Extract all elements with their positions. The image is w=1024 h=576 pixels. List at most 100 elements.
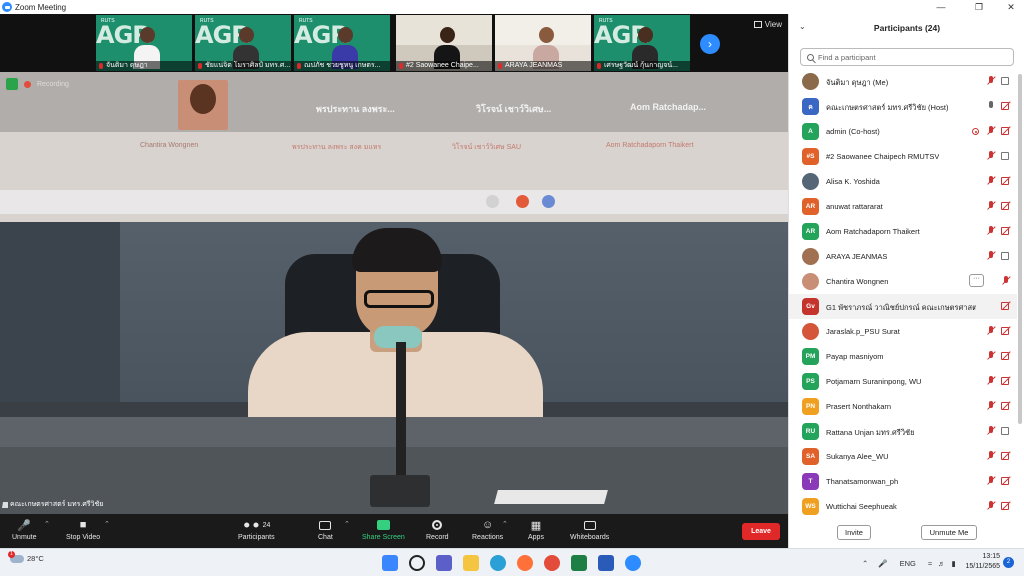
notification-badge[interactable]: 2 [1003,557,1014,568]
participants-list: จันติมา ดุษฎา (Me) ค คณะเกษตรศาสตร์ มทร.ศร… [789,69,1024,519]
edge-icon[interactable] [490,555,506,571]
search-input[interactable]: Find a participant [800,48,1014,66]
video-options-caret[interactable]: ⌃ [104,520,110,528]
speaker-icon[interactable]: ♬ [938,559,946,568]
view-button[interactable]: View [753,20,782,29]
muted-microphone-icon [986,501,996,511]
chevron-down-icon[interactable]: ⌄ [799,22,806,31]
chevron-up-icon[interactable]: ⌃ [862,559,868,568]
participant-name: Thanatsamonwan_ph [826,477,899,486]
weather-widget[interactable]: 1 28°C [8,550,44,563]
participants-button[interactable]: ⚫⚫ 24 Participants [238,517,275,547]
thumbnail-name: ชัยแน่จิต โมราศิลป์ มทร.ศ... [195,61,291,71]
participant-name: Potjamarn Suraninpong, WU [826,377,922,386]
meeting-toolbar: 🎤 Unmute ⌃ ■ Stop Video ⌃ ⚫⚫ 24 Participa… [0,514,788,548]
whiteboards-button[interactable]: Whiteboards [570,517,609,547]
muted-microphone-icon [986,176,996,186]
meeting-area: AGR RUTS จันติมา ดุษฎา AGR RUTS ชัยแน่จิ… [0,14,788,514]
chrome-icon[interactable] [544,555,560,571]
participant-row[interactable]: PN Prasert Nonthakarn [789,394,1017,419]
participant-row[interactable]: จันติมา ดุษฎา (Me) [789,69,1017,94]
stop-video-button[interactable]: ■ Stop Video [66,517,100,547]
minimize-button[interactable]: — [930,0,952,14]
microphone-icon[interactable]: 🎤 [878,559,887,568]
chat-bubble-icon [319,520,332,530]
microphone-stand [396,342,406,482]
unmute-me-button[interactable]: Unmute Me [921,525,977,540]
video-thumbnail[interactable]: AGR RUTS จันติมา ดุษฎา [96,15,192,71]
video-thumbnail[interactable]: AGR RUTS เศรษฐวัฒน์ กุ้นกาญจน์... [594,15,690,71]
more-options-button[interactable]: ··· [969,274,984,287]
unmute-button[interactable]: 🎤 Unmute [12,517,37,547]
firefox-icon[interactable] [517,555,533,571]
audio-options-caret[interactable]: ⌃ [44,520,50,528]
participant-name: Chantira Wongnen [826,277,889,286]
video-thumbnail[interactable]: AGR RUTS ชัยแน่จิต โมราศิลป์ มทร.ศ... [195,15,291,71]
next-page-button[interactable]: › [700,34,720,54]
reactions-options-caret[interactable]: ⌃ [502,520,508,528]
scrollbar[interactable] [1018,74,1022,424]
windows-start-icon[interactable] [382,555,398,571]
reactions-button[interactable]: ☺ Reactions [472,517,503,547]
participant-row[interactable]: PM Payap masniyom [789,344,1017,369]
muted-microphone-icon [986,376,996,386]
participant-row[interactable]: T Thanatsamonwan_ph [789,469,1017,494]
participant-name: Sukanya Alee_WU [826,452,889,461]
zoom-app: Zoom Meeting — ❐ ✕ AGR RUTS จันติมา ดุษฎ… [0,0,1024,576]
maximize-button[interactable]: ❐ [968,0,990,14]
chat-button[interactable]: Chat [318,517,333,547]
apps-button[interactable]: ▦ Apps [528,517,544,547]
recording-indicator: Recording [6,78,69,90]
video-thumbnail[interactable]: #2 Saowanee Chaipe... [396,15,492,71]
participant-row[interactable]: WS Wuttichai Seephueak [789,494,1017,519]
thumbnail-name: เศรษฐวัฒน์ กุ้นกาญจน์... [594,61,690,71]
word-icon[interactable] [598,555,614,571]
search-icon[interactable] [409,555,425,571]
clock[interactable]: 13:15 15/11/2565 [960,552,1000,572]
battery-icon[interactable]: ▮ [952,559,956,568]
cloud-icon: 1 [8,550,24,563]
video-thumbnail[interactable]: ARAYA JEANMAS [495,15,591,71]
close-button[interactable]: ✕ [1000,0,1022,14]
participant-row[interactable]: RU Rattana Unjan มทร.ศรีวิชัย [789,419,1017,444]
participant-row[interactable]: AR Aom Ratchadaporn Thaikert [789,219,1017,244]
avatar: RU [802,423,819,440]
video-off-icon [1001,401,1012,410]
participant-row[interactable]: SA Sukanya Alee_WU [789,444,1017,469]
participant-row[interactable]: Jaraslak.p_PSU Surat [789,319,1017,344]
video-off-icon [1001,476,1012,485]
participant-row[interactable]: ARAYA JEANMAS [789,244,1017,269]
wifi-icon[interactable]: ≈ [928,559,932,568]
participant-row[interactable]: Alisa K. Yoshida [789,169,1017,194]
participant-row[interactable]: AR anuwat rattararat [789,194,1017,219]
thumbnail-name: #2 Saowanee Chaipe... [396,61,492,71]
participant-name: Alisa K. Yoshida [826,177,880,186]
zoom-icon[interactable] [625,555,641,571]
video-off-icon [1001,126,1012,135]
share-screen-button[interactable]: Share Screen [362,517,405,547]
video-camera-icon [1001,77,1012,85]
participant-row[interactable]: Chantira Wongnen ··· [789,269,1017,294]
avatar: Gv [802,298,819,315]
participant-row[interactable]: Aadmin (Co-host) [789,119,1017,144]
language-indicator[interactable]: ENG [900,559,916,568]
participant-row[interactable]: ค คณะเกษตรศาสตร์ มทร.ศรีวิชัย (Host) [789,94,1017,119]
invite-button[interactable]: Invite [837,525,871,540]
participant-name: Prasert Nonthakarn [826,402,892,411]
leave-button[interactable]: Leave [742,523,780,540]
chat-options-caret[interactable]: ⌃ [344,520,350,528]
participant-row[interactable]: PS Potjamarn Suraninpong, WU [789,369,1017,394]
video-off-icon [1001,326,1012,335]
participant-row[interactable]: Gv G1 พัชราภรณ์ วาณิชย์ปกรณ์ คณะเกษตรศาสต… [789,294,1017,319]
teams-icon[interactable] [436,555,452,571]
active-speaker-name: คณะเกษตรศาสตร์ มทร.ศรีวิชัย [2,499,103,510]
file-explorer-icon[interactable] [463,555,479,571]
record-button[interactable]: Record [426,517,449,547]
video-thumbnail[interactable]: AGR RUTS ณปภัช ชวยชูหนู เกษตร... [294,15,390,71]
participant-row[interactable]: #S #2 Saowanee Chaipech RMUTSV [789,144,1017,169]
record-icon [432,520,443,530]
video-off-icon [1001,501,1012,510]
excel-icon[interactable] [571,555,587,571]
participant-name: จันติมา ดุษฎา (Me) [826,78,889,87]
muted-microphone-icon [1001,276,1011,286]
